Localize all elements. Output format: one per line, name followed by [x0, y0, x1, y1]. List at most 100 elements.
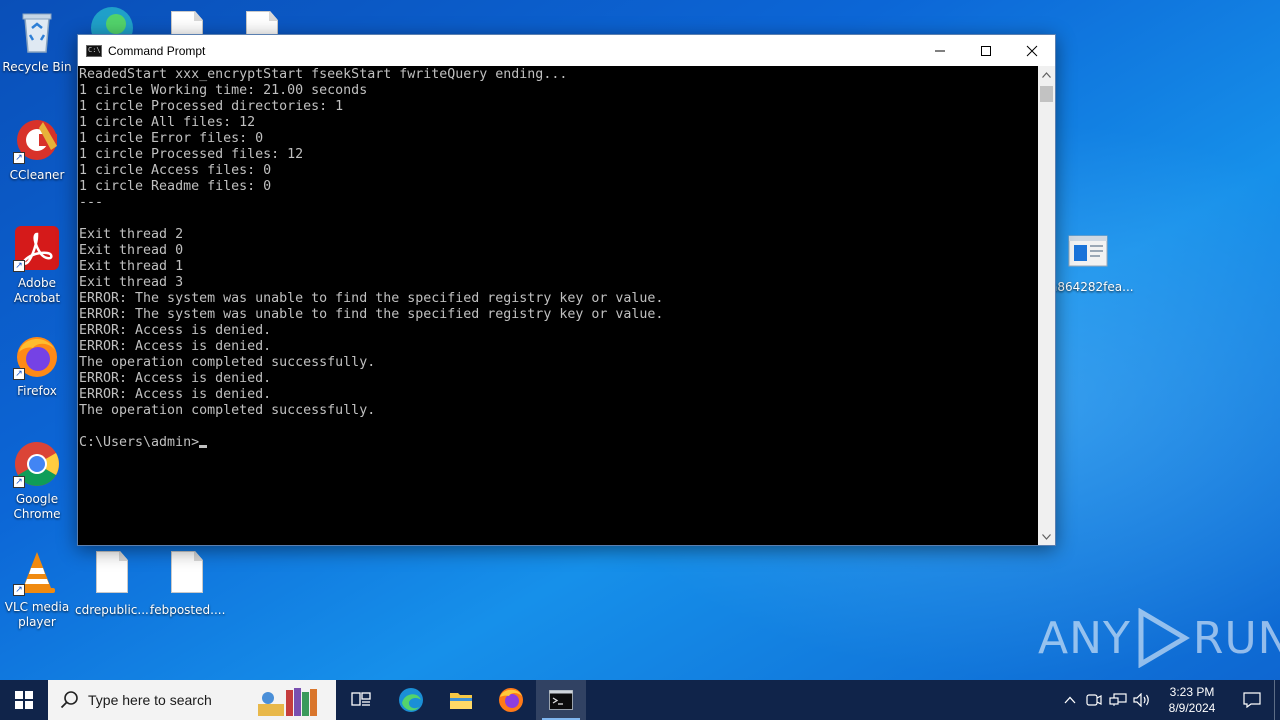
windows-logo-icon	[15, 691, 33, 709]
tray-meet-now[interactable]	[1082, 680, 1106, 720]
taskbar: Type here to search 3:23 PM 8/9/2024	[0, 680, 1280, 720]
taskbar-task-view[interactable]	[336, 680, 386, 720]
desktop-icon-exe-file[interactable]: a864282fea...	[1050, 228, 1134, 295]
window-title: Command Prompt	[108, 43, 206, 58]
chevron-up-icon	[1042, 71, 1051, 78]
clock-time: 3:23 PM	[1169, 685, 1215, 699]
clock-date: 8/9/2024	[1168, 701, 1216, 715]
tray-overflow-button[interactable]	[1058, 680, 1082, 720]
console-line: Exit thread 2	[79, 227, 184, 242]
desktop-icon-ccleaner[interactable]: ↗ CCleaner	[0, 116, 74, 183]
shortcut-arrow-icon: ↗	[13, 152, 25, 164]
notification-center-button[interactable]	[1230, 680, 1274, 720]
firefox-icon	[499, 688, 523, 712]
chevron-down-icon	[1042, 533, 1051, 540]
adobe-acrobat-icon: ↗	[13, 224, 61, 272]
console-line: 1 circle Readme files: 0	[79, 179, 272, 194]
play-logo-icon	[1138, 608, 1190, 668]
vlc-icon: ↗	[13, 548, 61, 596]
window-titlebar[interactable]: C:\ Command Prompt	[78, 35, 1055, 66]
system-tray: 3:23 PM 8/9/2024	[1058, 680, 1280, 720]
desktop-icon-febposted[interactable]: febposted....	[150, 548, 226, 618]
console-line: Exit thread 1	[79, 259, 184, 274]
file-icon	[163, 551, 211, 599]
desktop-icon-label: Firefox	[17, 384, 57, 398]
watermark-text-left: ANY	[1038, 612, 1131, 664]
vertical-scrollbar[interactable]	[1038, 66, 1055, 545]
desktop-icon-firefox[interactable]: ↗ Firefox	[0, 332, 74, 399]
text-cursor	[199, 445, 208, 448]
console-prompt: C:\Users\admin>	[79, 435, 200, 450]
desktop-icon-recycle-bin[interactable]: Recycle Bin	[0, 8, 74, 75]
speaker-icon	[1133, 693, 1149, 707]
taskbar-clock[interactable]: 3:23 PM 8/9/2024	[1154, 684, 1230, 716]
taskbar-search-box[interactable]: Type here to search	[48, 680, 336, 720]
desktop-icon-cdrepublic[interactable]: cdrepublic....	[75, 548, 153, 618]
taskbar-edge[interactable]	[386, 680, 436, 720]
search-highlight-books-icon	[258, 688, 317, 716]
console-line: The operation completed successfully.	[79, 355, 376, 370]
console-line: 1 circle Access files: 0	[79, 163, 272, 178]
show-desktop-button[interactable]	[1274, 680, 1280, 720]
console-line: 1 circle All files: 12	[79, 115, 256, 130]
console-line: ERROR: The system was unable to find the…	[79, 291, 664, 306]
console-line: ERROR: Access is denied.	[79, 323, 272, 338]
window-controls	[917, 35, 1055, 66]
desktop-icon-label: cdrepublic....	[75, 603, 153, 617]
console-line: 1 circle Error files: 0	[79, 131, 264, 146]
console-prompt-line: C:\Users\admin>	[79, 435, 1038, 451]
minimize-icon	[935, 50, 945, 51]
console-line: ERROR: The system was unable to find the…	[79, 307, 664, 322]
edge-icon	[399, 688, 423, 712]
desktop-icon-google-chrome[interactable]: ↗ Google Chrome	[0, 440, 74, 522]
taskbar-command-prompt[interactable]	[536, 680, 586, 720]
shortcut-arrow-icon: ↗	[13, 368, 25, 380]
console-line: ERROR: Access is denied.	[79, 339, 272, 354]
console-line: 1 circle Processed directories: 1	[79, 99, 344, 114]
watermark-text-right: RUN	[1192, 612, 1280, 664]
maximize-button[interactable]	[963, 35, 1009, 66]
shortcut-arrow-icon: ↗	[13, 584, 25, 596]
recycle-bin-icon	[13, 8, 61, 56]
console-line: 1 circle Working time: 21.00 seconds	[79, 83, 368, 98]
console-line: Exit thread 0	[79, 243, 184, 258]
file-explorer-icon	[450, 693, 472, 709]
desktop-icon-label: Adobe Acrobat	[13, 276, 61, 305]
taskbar-file-explorer[interactable]	[436, 680, 486, 720]
file-icon	[88, 551, 136, 599]
ccleaner-icon: ↗	[13, 116, 61, 164]
console-output[interactable]: ReadedStart xxx_encryptStart fseekStart …	[78, 66, 1038, 545]
exe-file-icon	[1064, 228, 1112, 276]
desktop-icon-label: VLC media player	[4, 600, 70, 629]
desktop-icon-label: a864282fea...	[1050, 280, 1134, 294]
search-placeholder: Type here to search	[88, 692, 212, 708]
network-icon	[1109, 693, 1127, 706]
desktop-icon-adobe-acrobat[interactable]: ↗ Adobe Acrobat	[0, 224, 74, 306]
scroll-thumb[interactable]	[1040, 86, 1053, 102]
close-button[interactable]	[1009, 35, 1055, 66]
command-prompt-window[interactable]: C:\ Command Prompt ReadedStart xxx_encry…	[77, 34, 1056, 546]
scroll-up-button[interactable]	[1038, 66, 1055, 83]
taskbar-firefox[interactable]	[486, 680, 536, 720]
search-icon	[60, 691, 78, 709]
maximize-icon	[981, 45, 991, 56]
notification-icon	[1243, 692, 1261, 708]
webcam-icon	[1086, 694, 1102, 706]
console-line: ERROR: Access is denied.	[79, 371, 272, 386]
start-button[interactable]	[0, 680, 48, 720]
desktop-icon-label: Google Chrome	[13, 492, 61, 521]
firefox-icon: ↗	[13, 332, 61, 380]
task-view-icon	[351, 692, 371, 706]
tray-network[interactable]	[1106, 680, 1130, 720]
desktop-icon-vlc[interactable]: ↗ VLC media player	[0, 548, 74, 630]
console-line: ERROR: Access is denied.	[79, 387, 272, 402]
close-icon	[1026, 45, 1038, 56]
scroll-down-button[interactable]	[1038, 528, 1055, 545]
anyrun-watermark: ANY RUN	[1038, 608, 1280, 668]
console-line: The operation completed successfully.	[79, 403, 376, 418]
minimize-button[interactable]	[917, 35, 963, 66]
desktop-icon-label: febposted....	[150, 603, 226, 617]
tray-volume[interactable]	[1130, 680, 1154, 720]
